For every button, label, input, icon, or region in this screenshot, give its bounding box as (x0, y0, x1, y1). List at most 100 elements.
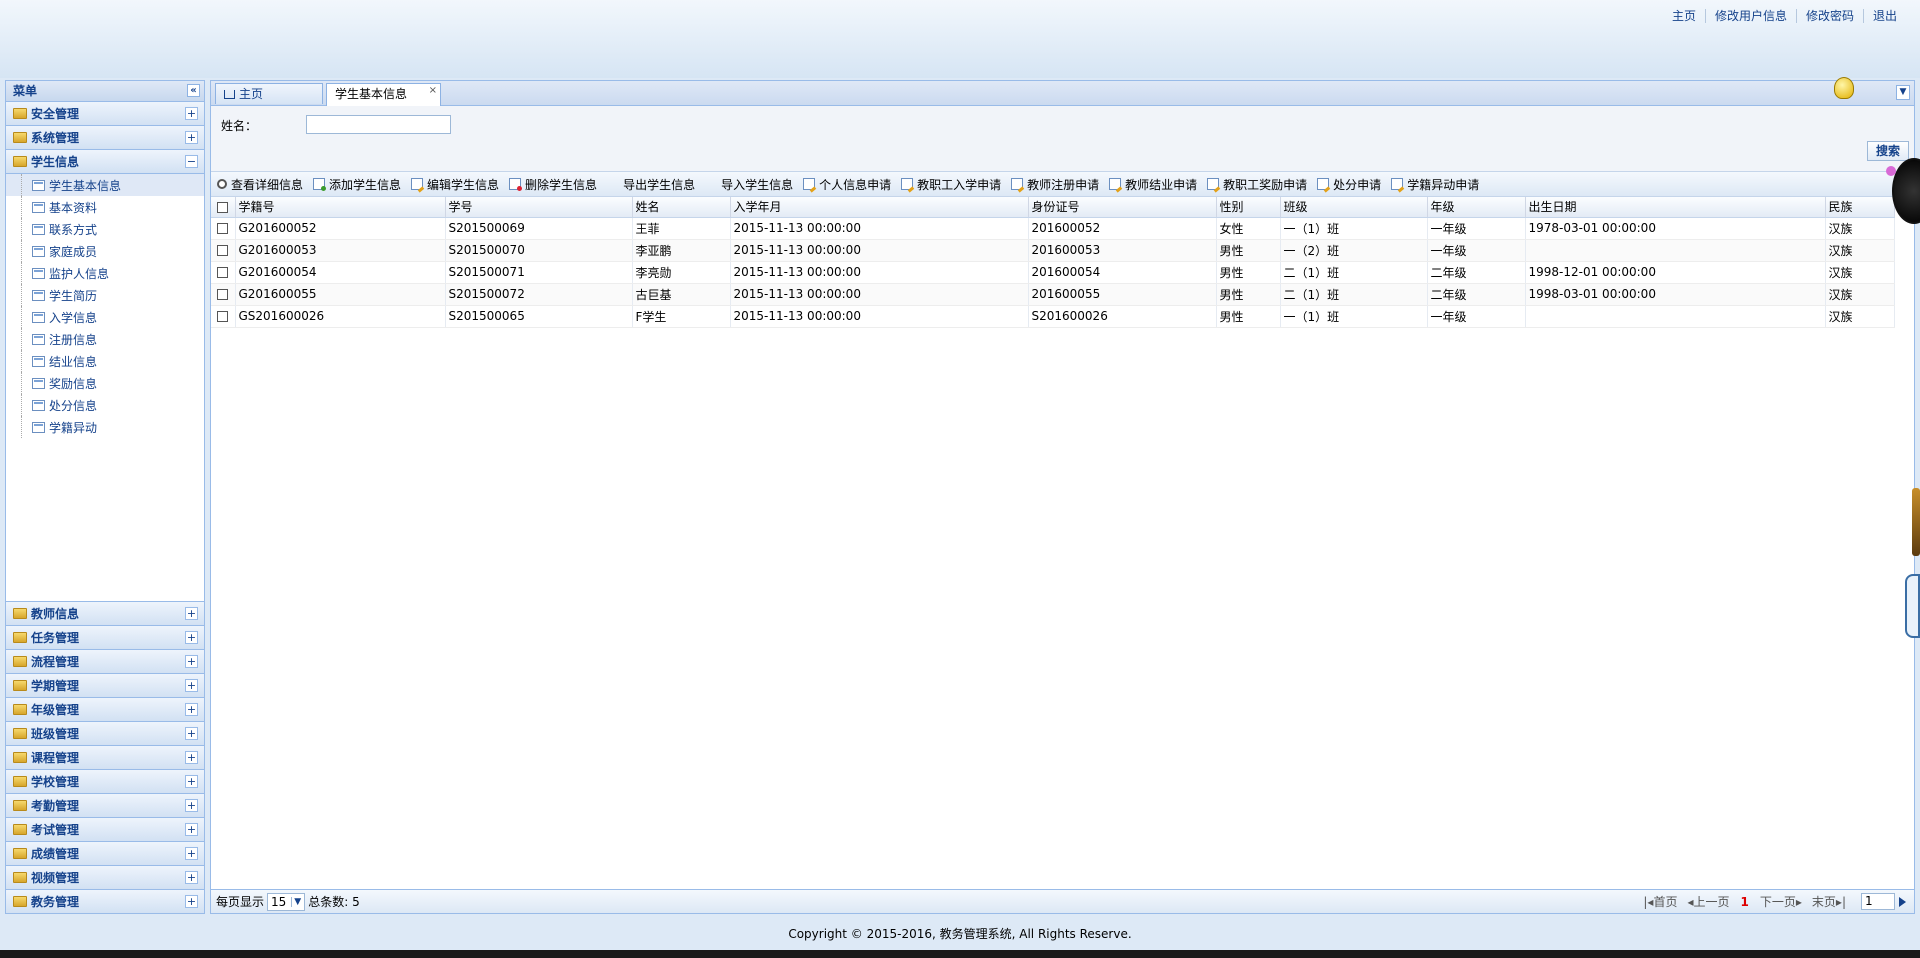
expand-icon[interactable]: + (185, 751, 198, 764)
close-tab-icon[interactable]: × (429, 81, 437, 101)
tree-item-1[interactable]: 基本资料 (6, 196, 204, 218)
sidebar-section-sections_bottom-0[interactable]: 教师信息 + (6, 602, 204, 626)
table-row[interactable]: G201600052 S201500069 王菲 2015-11-13 00:00:0… (211, 217, 1895, 240)
top-nav-link-2[interactable]: 修改密码 (1795, 9, 1863, 23)
tab-student-basic-info[interactable]: 学生基本信息 × (326, 83, 441, 106)
expand-icon[interactable]: + (185, 871, 198, 884)
tree-item-0[interactable]: 学生基本信息 (6, 174, 204, 196)
column-header-5[interactable]: 性别 (1216, 197, 1281, 218)
expand-icon[interactable]: + (185, 799, 198, 812)
table-row[interactable]: G201600053 S201500070 李亚鹏 2015-11-13 00:00:… (211, 239, 1895, 262)
row-checkbox[interactable] (217, 289, 229, 300)
collapse-icon[interactable]: − (185, 155, 198, 168)
lightbulb-icon[interactable] (1834, 77, 1854, 99)
expand-icon[interactable]: + (185, 679, 198, 692)
toolbar-button-7[interactable]: 教职工入学申请 (901, 176, 1001, 193)
top-nav-link-0[interactable]: 主页 (1663, 9, 1705, 23)
expand-icon[interactable]: + (185, 107, 198, 120)
column-header-7[interactable]: 年级 (1427, 197, 1526, 218)
sidebar-section-sections_bottom-8[interactable]: 考勤管理 + (6, 794, 204, 818)
sidebar-section-sections_bottom-6[interactable]: 课程管理 + (6, 746, 204, 770)
column-header-9[interactable]: 民族 (1825, 197, 1895, 218)
toolbar-button-11[interactable]: 处分申请 (1317, 176, 1381, 193)
tree-item-5[interactable]: 学生简历 (6, 284, 204, 306)
select-all-checkbox[interactable] (217, 201, 229, 213)
tree-item-6[interactable]: 入学信息 (6, 306, 204, 328)
toolbar-button-3[interactable]: 删除学生信息 (509, 176, 597, 193)
expand-icon[interactable]: + (185, 703, 198, 716)
row-checkbox[interactable] (217, 245, 229, 256)
last-page-button[interactable]: 末页▸| (1812, 893, 1846, 910)
tree-item-2[interactable]: 联系方式 (6, 218, 204, 240)
sidebar-section-sections_bottom-2[interactable]: 流程管理 + (6, 650, 204, 674)
expand-icon[interactable]: + (185, 131, 198, 144)
sidebar-section-sections_top-2[interactable]: 学生信息 − (6, 150, 204, 174)
next-page-button[interactable]: 下一页▸ (1760, 893, 1802, 910)
expand-icon[interactable]: + (185, 655, 198, 668)
sidebar-section-sections_bottom-3[interactable]: 学期管理 + (6, 674, 204, 698)
page-number-input[interactable]: 1 (1861, 893, 1895, 910)
tree-item-8[interactable]: 结业信息 (6, 350, 204, 372)
sidebar-section-sections_bottom-11[interactable]: 视频管理 + (6, 866, 204, 890)
tree-item-9[interactable]: 奖励信息 (6, 372, 204, 394)
row-checkbox[interactable] (217, 223, 229, 234)
row-checkbox[interactable] (217, 267, 229, 278)
expand-icon[interactable]: + (185, 775, 198, 788)
toolbar-button-12[interactable]: 学籍异动申请 (1391, 176, 1479, 193)
toolbar-button-8[interactable]: 教师注册申请 (1011, 176, 1099, 193)
first-page-button[interactable]: |◂首页 (1643, 893, 1677, 910)
per-page-select[interactable]: 15 ▼ (267, 892, 306, 911)
sidebar-section-sections_top-1[interactable]: 系统管理 + (6, 126, 204, 150)
sidebar-section-sections_top-0[interactable]: 安全管理 + (6, 102, 204, 126)
prev-page-button[interactable]: ◂上一页 (1687, 893, 1729, 910)
column-header-3[interactable]: 入学年月 (730, 197, 1029, 218)
expand-icon[interactable]: + (185, 895, 198, 908)
toolbar-button-2[interactable]: 编辑学生信息 (411, 176, 499, 193)
collapse-sidebar-icon[interactable]: « (187, 84, 200, 97)
toolbar-button-6[interactable]: 个人信息申请 (803, 176, 891, 193)
expand-icon[interactable]: + (185, 847, 198, 860)
expand-icon[interactable]: + (185, 823, 198, 836)
column-header-0[interactable]: 学籍号 (235, 197, 446, 218)
sidebar-section-sections_bottom-5[interactable]: 班级管理 + (6, 722, 204, 746)
tree-item-4[interactable]: 监护人信息 (6, 262, 204, 284)
row-checkbox[interactable] (217, 311, 229, 322)
tree-item-3[interactable]: 家庭成员 (6, 240, 204, 262)
column-header-2[interactable]: 姓名 (632, 197, 731, 218)
expand-icon[interactable]: + (185, 631, 198, 644)
column-header-4[interactable]: 身份证号 (1028, 197, 1217, 218)
column-header-6[interactable]: 班级 (1280, 197, 1428, 218)
search-button[interactable]: 搜索 (1867, 141, 1909, 161)
tree-item-7[interactable]: 注册信息 (6, 328, 204, 350)
toolbar-button-1[interactable]: 添加学生信息 (313, 176, 401, 193)
toolbar-button-5[interactable]: 导入学生信息 (705, 176, 793, 193)
table-row[interactable]: G201600055 S201500072 古巨基 2015-11-13 00:00:… (211, 283, 1895, 306)
toolbar-button-9[interactable]: 教师结业申请 (1109, 176, 1197, 193)
side-scroll-handle[interactable] (1912, 488, 1920, 556)
tab-home[interactable]: 主页 (215, 83, 323, 104)
grid-toolbar: 查看详细信息 添加学生信息 编辑学生信息 删除学生信息 导出学生信息 导入学生信息 个人信息… (211, 172, 1914, 197)
top-nav-link-3[interactable]: 退出 (1862, 9, 1906, 23)
tree-item-11[interactable]: 学籍异动 (6, 416, 204, 438)
sidebar-section-sections_bottom-10[interactable]: 成绩管理 + (6, 842, 204, 866)
name-search-input[interactable] (306, 115, 451, 134)
sidebar-section-sections_bottom-12[interactable]: 教务管理 + (6, 890, 204, 914)
chevron-down-icon[interactable]: ▼ (1896, 85, 1910, 100)
table-row[interactable]: GS201600026 S201500065 F学生 2015-11-13 00:00… (211, 305, 1895, 328)
column-header-1[interactable]: 学号 (445, 197, 633, 218)
table-row[interactable]: G201600054 S201500071 李亮勋 2015-11-13 00:00:… (211, 261, 1895, 284)
sidebar-section-sections_bottom-9[interactable]: 考试管理 + (6, 818, 204, 842)
top-nav-link-1[interactable]: 修改用户信息 (1704, 9, 1796, 23)
toolbar-button-10[interactable]: 教职工奖励申请 (1207, 176, 1307, 193)
toolbar-button-0[interactable]: 查看详细信息 (217, 176, 303, 193)
side-widget-handle[interactable] (1905, 574, 1920, 638)
expand-icon[interactable]: + (185, 607, 198, 620)
expand-icon[interactable]: + (185, 727, 198, 740)
sidebar-section-sections_bottom-7[interactable]: 学校管理 + (6, 770, 204, 794)
go-page-icon[interactable] (1899, 896, 1906, 907)
tree-item-10[interactable]: 处分信息 (6, 394, 204, 416)
sidebar-section-sections_bottom-4[interactable]: 年级管理 + (6, 698, 204, 722)
column-header-8[interactable]: 出生日期 (1525, 197, 1826, 218)
sidebar-section-sections_bottom-1[interactable]: 任务管理 + (6, 626, 204, 650)
toolbar-button-4[interactable]: 导出学生信息 (607, 176, 695, 193)
